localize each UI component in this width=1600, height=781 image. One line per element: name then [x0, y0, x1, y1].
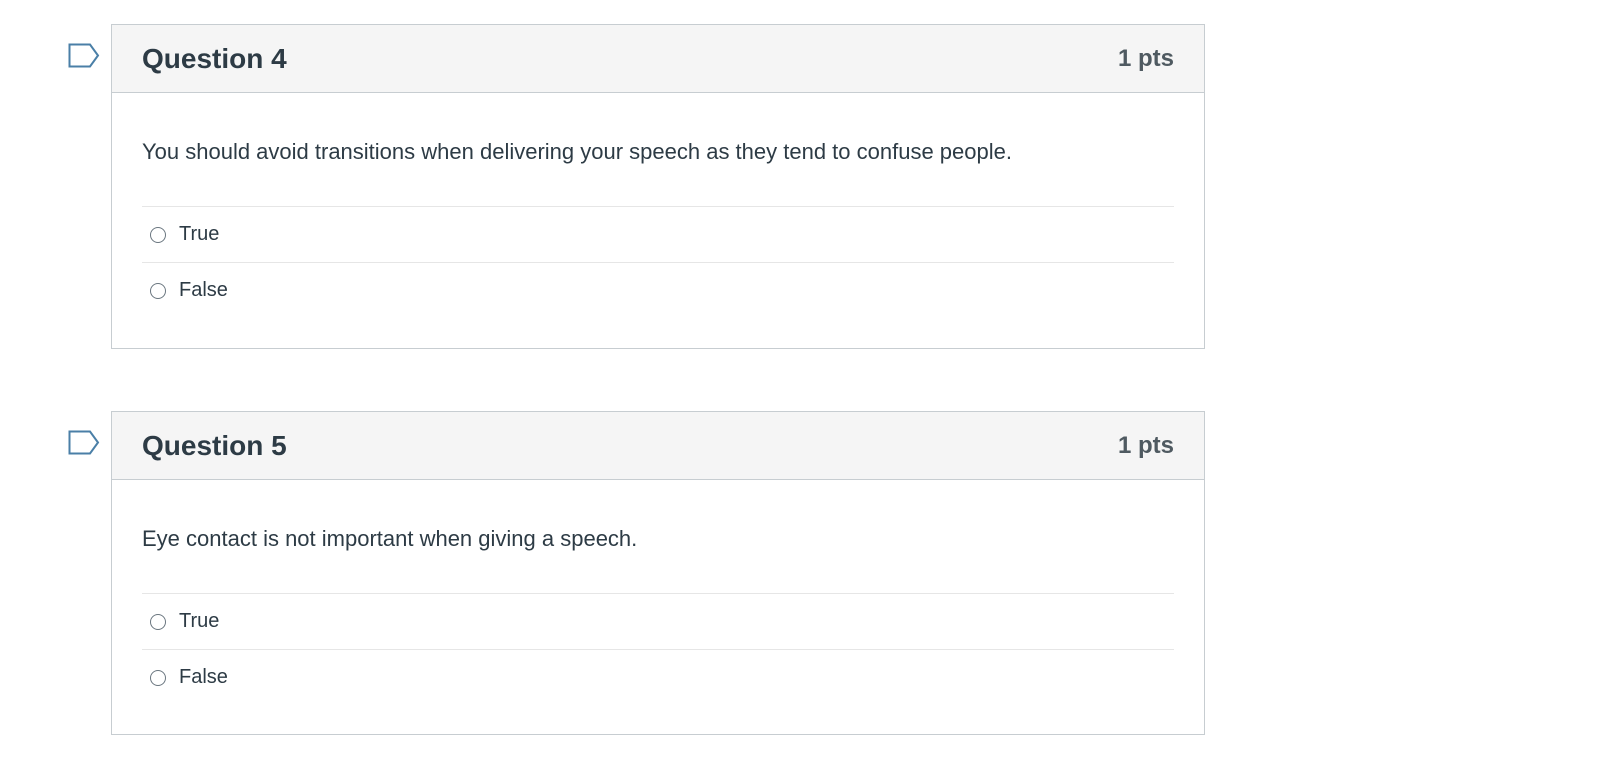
answer-label[interactable]: False	[179, 279, 228, 302]
answer-list: True False	[142, 207, 1174, 348]
question-header: Question 5 1 pts	[112, 412, 1204, 480]
question-points: 1 pts	[1117, 44, 1174, 72]
question-title: Question 5	[142, 429, 287, 461]
answer-option-true[interactable]: True	[142, 207, 1174, 263]
question-body: Eye contact is not important when giving…	[112, 480, 1204, 735]
question-header: Question 4 1 pts	[112, 25, 1204, 93]
question-text: Eye contact is not important when giving…	[142, 480, 1174, 594]
question-text: You should avoid transitions when delive…	[142, 93, 1174, 207]
flag-question-icon[interactable]	[68, 430, 100, 456]
answer-list: True False	[142, 594, 1174, 735]
flag-question-icon[interactable]	[68, 43, 100, 69]
question-body: You should avoid transitions when delive…	[112, 93, 1204, 348]
question-card: Question 4 1 pts You should avoid transi…	[111, 24, 1205, 349]
answer-label[interactable]: False	[179, 666, 228, 689]
question-card: Question 5 1 pts Eye contact is not impo…	[111, 411, 1205, 735]
radio-unselected-icon[interactable]	[150, 282, 166, 299]
radio-unselected-icon[interactable]	[150, 613, 166, 630]
answer-option-true[interactable]: True	[142, 594, 1174, 650]
question-title: Question 4	[142, 42, 287, 74]
question-points: 1 pts	[1117, 431, 1174, 459]
answer-label[interactable]: True	[179, 223, 219, 246]
radio-unselected-icon[interactable]	[150, 669, 166, 686]
radio-unselected-icon[interactable]	[150, 226, 166, 243]
answer-label[interactable]: True	[179, 610, 219, 633]
answer-option-false[interactable]: False	[142, 650, 1174, 705]
quiz-page: Question 4 1 pts You should avoid transi…	[0, 0, 1600, 781]
answer-option-false[interactable]: False	[142, 263, 1174, 318]
